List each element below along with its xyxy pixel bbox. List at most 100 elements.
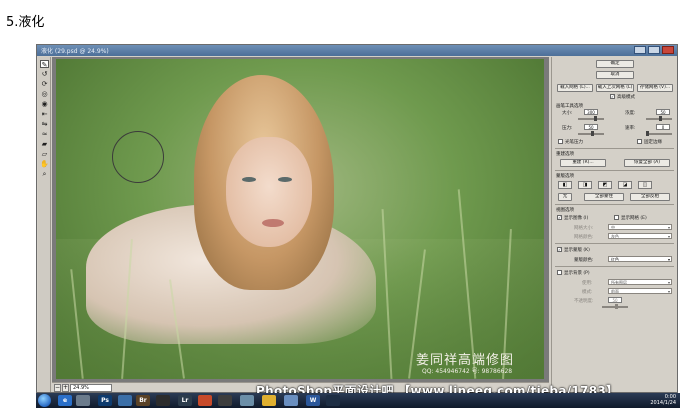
taskbar-app-photoshop-icon[interactable]: Ps xyxy=(98,395,112,406)
taskbar-app-illustrator-icon[interactable] xyxy=(156,395,170,406)
hand-tool-icon[interactable]: ✋ xyxy=(40,160,49,168)
start-button-icon[interactable] xyxy=(38,394,51,407)
zoom-in-button[interactable]: + xyxy=(62,384,69,392)
pin-edges-checkbox[interactable] xyxy=(637,139,642,144)
opacity-slider-knob[interactable] xyxy=(615,304,618,309)
use-select[interactable]: 所有图层 xyxy=(608,279,672,285)
freeze-mask-tool-icon[interactable]: ▰ xyxy=(40,140,49,148)
taskbar-app-bridge-icon[interactable]: Br xyxy=(136,395,150,406)
reconstruct-options-title: 重建选项 xyxy=(556,152,574,157)
cancel-button[interactable]: 取消 xyxy=(596,71,634,79)
pressure-input[interactable]: 50 xyxy=(584,124,598,130)
mesh-size-label: 网格大小: xyxy=(574,226,594,231)
density-slider-knob[interactable] xyxy=(659,116,662,121)
show-backdrop-label: 显示背景 (P) xyxy=(564,271,590,276)
rate-slider[interactable] xyxy=(646,131,672,136)
save-mesh-button[interactable]: 存储网格 (V)... xyxy=(637,84,673,92)
pucker-tool-icon[interactable]: ◎ xyxy=(40,90,49,98)
mask-replace-icon[interactable]: ◧ xyxy=(558,181,572,189)
mode-select[interactable]: 前面 xyxy=(608,288,672,294)
brush-cursor xyxy=(112,131,164,183)
show-image-checkbox[interactable]: ✓ xyxy=(557,215,562,220)
pressure-label: 压力: xyxy=(562,126,573,131)
system-tray-clock[interactable]: 0:00 2014/1/24 xyxy=(650,394,676,406)
mask-none-button[interactable]: 无 xyxy=(558,193,572,201)
zoom-out-button[interactable]: − xyxy=(54,384,61,392)
pressure-slider-knob[interactable] xyxy=(591,131,594,136)
load-last-mesh-button[interactable]: 载入上次网格 (L) xyxy=(596,84,634,92)
divider xyxy=(555,204,674,205)
size-input[interactable]: 300 xyxy=(584,109,598,115)
invert-all-button[interactable]: 全部反相 xyxy=(630,193,670,201)
brush-options-title: 画笔工具选项 xyxy=(556,104,583,109)
taskbar-app-messenger-icon[interactable] xyxy=(118,395,132,406)
reconstruct-button[interactable]: 重建 (R)... xyxy=(560,159,606,167)
mask-invert-icon[interactable]: ◫ xyxy=(638,181,652,189)
windows-taskbar: e Ps Br Lr W 0:00 2014/1/24 xyxy=(36,393,680,408)
rate-slider-knob[interactable] xyxy=(646,131,649,136)
twirl-tool-icon[interactable]: ⟳ xyxy=(40,80,49,88)
taskbar-app-explorer-icon[interactable] xyxy=(284,395,298,406)
opacity-slider[interactable] xyxy=(602,304,628,309)
zoom-level-select[interactable]: 24.9% xyxy=(70,384,112,392)
preview-photo[interactable]: 姜同祥高端修图 QQ: 454946742 号: 98786628 xyxy=(56,59,544,379)
mesh-size-select[interactable]: 中 xyxy=(608,224,672,230)
subject-eye-left xyxy=(242,177,256,182)
preview-canvas[interactable]: 姜同祥高端修图 QQ: 454946742 号: 98786628 xyxy=(52,57,549,382)
zoom-tool-icon[interactable]: ⌕ xyxy=(40,170,49,178)
size-label: 大小: xyxy=(562,111,573,116)
forward-warp-tool-icon[interactable]: ✎ xyxy=(40,60,49,69)
reconstruct-tool-icon[interactable]: ↺ xyxy=(40,70,49,78)
mask-intersect-icon[interactable]: ◪ xyxy=(618,181,632,189)
divider xyxy=(555,170,674,171)
push-left-tool-icon[interactable]: ⇤ xyxy=(40,110,49,118)
size-slider[interactable] xyxy=(578,116,604,121)
load-mesh-button[interactable]: 载入网格 (L)... xyxy=(557,84,593,92)
show-image-label: 显示图像 (I) xyxy=(564,216,589,221)
taskbar-app-ie-icon[interactable]: e xyxy=(58,395,72,406)
opacity-input[interactable]: 50 xyxy=(608,297,622,303)
size-slider-knob[interactable] xyxy=(594,116,597,121)
mask-color-label: 蒙版颜色: xyxy=(574,258,594,263)
mesh-color-select[interactable]: 灰色 xyxy=(608,233,672,239)
mask-color-select[interactable]: 红色 xyxy=(608,256,672,262)
show-mask-checkbox[interactable]: ✓ xyxy=(557,247,562,252)
density-slider[interactable] xyxy=(646,116,672,121)
rate-input[interactable]: 0 xyxy=(656,124,670,130)
taskbar-app-media-icon[interactable] xyxy=(198,395,212,406)
minimize-button[interactable] xyxy=(634,46,646,54)
show-backdrop-checkbox[interactable] xyxy=(557,270,562,275)
taskbar-app-window-icon[interactable] xyxy=(326,395,340,406)
turbulence-tool-icon[interactable]: ≈ xyxy=(40,130,49,138)
subject-eye-right xyxy=(278,177,292,182)
taskbar-app-lightroom-icon[interactable]: Lr xyxy=(178,395,192,406)
taskbar-app-app-icon[interactable] xyxy=(240,395,254,406)
mask-add-icon[interactable]: ◨ xyxy=(578,181,592,189)
window-titlebar[interactable]: 液化 (29.psd @ 24.9%) xyxy=(37,45,677,56)
taskbar-app-folder-icon[interactable] xyxy=(76,395,90,406)
subject-face xyxy=(226,137,312,247)
ok-button[interactable]: 确定 xyxy=(596,60,634,68)
mirror-tool-icon[interactable]: ⇋ xyxy=(40,120,49,128)
advanced-mode-label: 高级模式 xyxy=(617,95,635,100)
tray-date: 2014/1/24 xyxy=(650,400,676,406)
bloat-tool-icon[interactable]: ◉ xyxy=(40,100,49,108)
mask-options-title: 蒙版选项 xyxy=(556,174,574,179)
close-button[interactable] xyxy=(662,46,674,54)
mask-all-button[interactable]: 全部蒙住 xyxy=(584,193,624,201)
taskbar-app-chrome-icon[interactable] xyxy=(262,395,276,406)
maximize-button[interactable] xyxy=(648,46,660,54)
section-heading: 5.液化 xyxy=(6,15,45,30)
stylus-pressure-checkbox[interactable] xyxy=(558,139,563,144)
taskbar-app-video-icon[interactable] xyxy=(218,395,232,406)
pressure-slider[interactable] xyxy=(578,131,604,136)
thaw-mask-tool-icon[interactable]: ▱ xyxy=(40,150,49,158)
subject-lips xyxy=(262,219,284,227)
show-mask-label: 显示蒙版 (K) xyxy=(564,248,590,253)
taskbar-app-word-icon[interactable]: W xyxy=(306,395,320,406)
advanced-mode-checkbox[interactable]: ✓ xyxy=(610,94,615,99)
density-input[interactable]: 50 xyxy=(656,109,670,115)
mask-subtract-icon[interactable]: ◩ xyxy=(598,181,612,189)
restore-all-button[interactable]: 恢复全部 (A) xyxy=(624,159,670,167)
show-mesh-checkbox[interactable] xyxy=(614,215,619,220)
